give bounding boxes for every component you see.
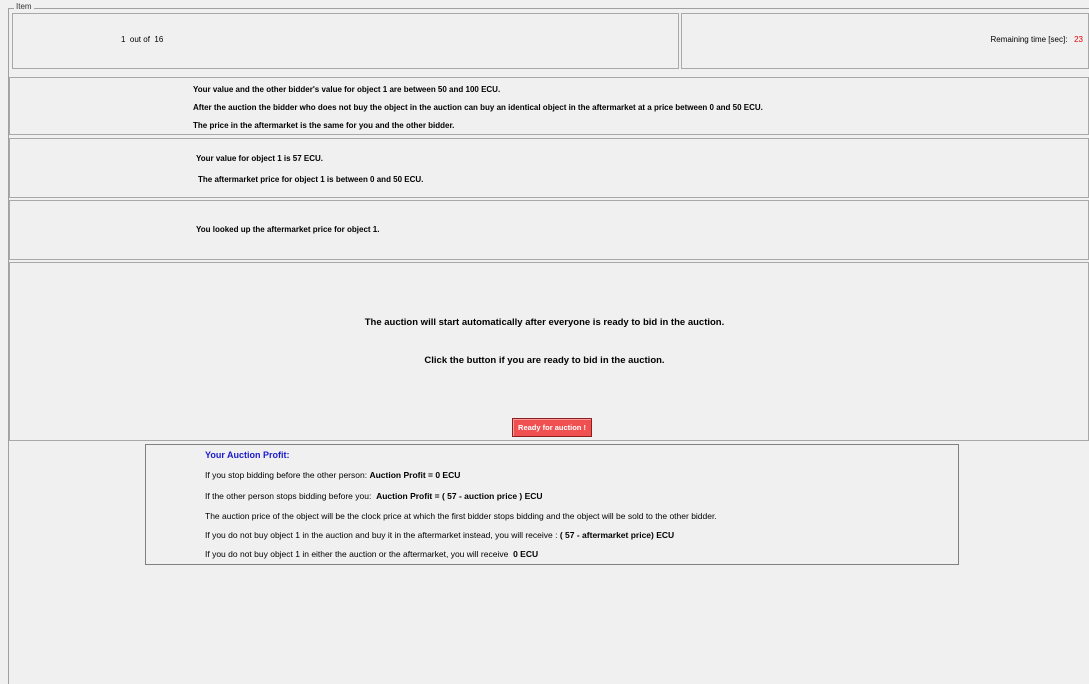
value-panel: Your value for object 1 is 57 ECU. The a… [9,138,1089,198]
profit-line-1-formula: Auction Profit = 0 ECU [369,470,461,480]
progress-text: 1 out of 16 [121,35,163,44]
profit-title: Your Auction Profit: [205,450,290,460]
info-line-1: Your value and the other bidder's value … [193,85,501,94]
timer-text: Remaining time [sec]: 23 [991,35,1084,44]
profit-line-5: If you do not buy object 1 in either the… [205,549,538,559]
profit-line-5-text: If you do not buy object 1 in either the… [205,549,509,559]
timer-value: 23 [1074,35,1083,44]
auction-start-text: The auction will start automatically aft… [364,317,725,328]
value-line-1: Your value for object 1 is 57 ECU. [196,154,323,163]
item-legend: Item [14,2,34,11]
profit-line-4: If you do not buy object 1 in the auctio… [205,530,674,540]
profit-line-4-formula: ( 57 - aftermarket price) ECU [559,530,675,540]
profit-line-4-text: If you do not buy object 1 in the auctio… [205,530,558,540]
auction-panel [9,262,1089,441]
progress-total: 16 [154,35,164,44]
lookup-line-1: You looked up the aftermarket price for … [196,225,380,234]
auction-click-text: Click the button if you are ready to bid… [424,355,665,366]
info-line-2: After the auction the bidder who does no… [193,103,763,112]
ready-for-auction-button[interactable]: Ready for auction ! [512,418,592,437]
progress-current: 1 [121,35,126,44]
frame-top-line [8,8,1089,9]
profit-line-3: The auction price of the object will be … [205,511,717,521]
profit-line-2: If the other person stops bidding before… [205,491,543,501]
profit-line-5-formula: 0 ECU [513,549,539,559]
profit-line-2-text: If the other person stops bidding before… [205,491,372,501]
value-line-2: The aftermarket price for object 1 is be… [198,175,424,184]
timer-panel: Remaining time [sec]: 23 [681,13,1089,69]
profit-line-2-formula: Auction Profit = ( 57 - auction price ) … [376,491,543,501]
info-panel: Your value and the other bidder's value … [9,77,1089,135]
lookup-panel: You looked up the aftermarket price for … [9,200,1089,260]
profit-line-1-text: If you stop bidding before the other per… [205,470,368,480]
timer-label: Remaining time [sec]: [990,35,1068,44]
progress-out-of-label: out of [129,35,150,44]
progress-panel: 1 out of 16 [12,13,679,69]
info-line-3: The price in the aftermarket is the same… [193,121,455,130]
profit-panel: Your Auction Profit: If you stop bidding… [145,444,959,565]
profit-line-1: If you stop bidding before the other per… [205,470,460,480]
